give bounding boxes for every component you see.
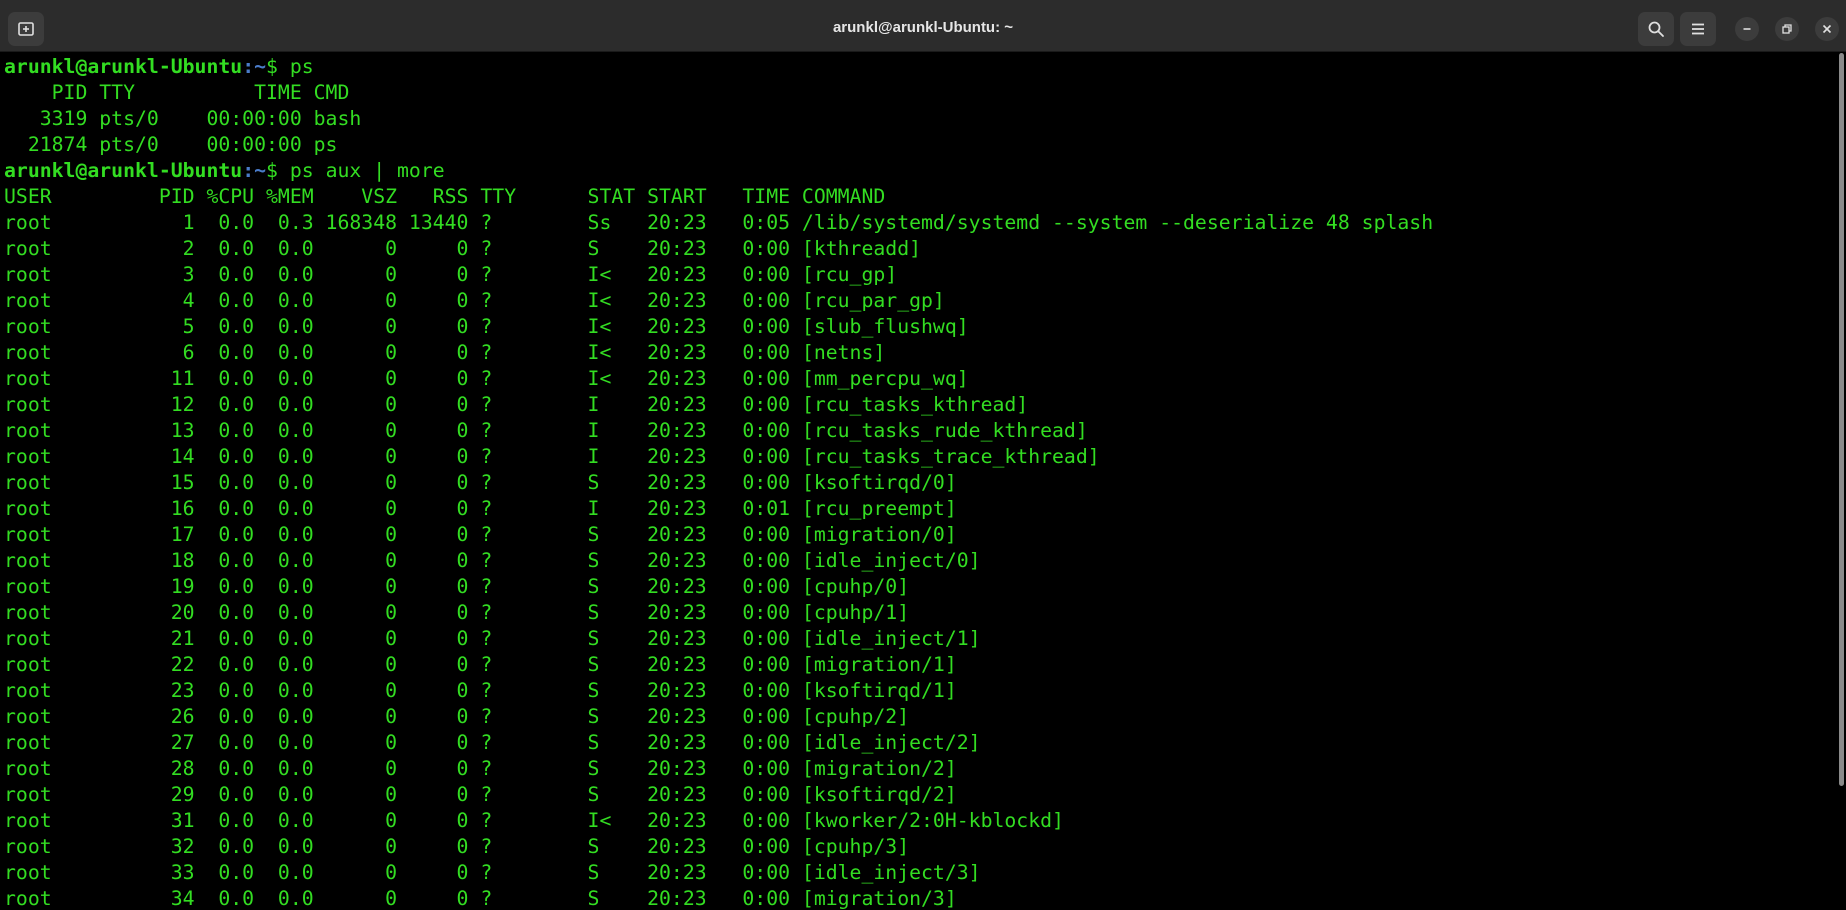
process-row: root 3 0.0 0.0 0 0 ? I< 20:23 0:00 [rcu_… xyxy=(4,263,898,286)
command-text: ps aux | more xyxy=(289,159,445,182)
prompt-user-host: arunkl@arunkl-Ubuntu xyxy=(4,159,243,182)
terminal-output[interactable]: arunkl@arunkl-Ubuntu:~$ ps PID TTY TIME … xyxy=(0,53,1836,910)
terminal-scrollbar[interactable] xyxy=(1839,53,1844,786)
prompt-symbol: $ xyxy=(266,55,290,78)
title-bar[interactable]: arunkl@arunkl-Ubuntu: ~ xyxy=(0,0,1846,52)
process-row: root 19 0.0 0.0 0 0 ? S 20:23 0:00 [cpuh… xyxy=(4,575,910,598)
minimize-icon xyxy=(1743,28,1751,30)
maximize-button[interactable] xyxy=(1775,17,1799,41)
process-row: root 6 0.0 0.0 0 0 ? I< 20:23 0:00 [netn… xyxy=(4,341,886,364)
process-row: root 14 0.0 0.0 0 0 ? I 20:23 0:00 [rcu_… xyxy=(4,445,1100,468)
window-title: arunkl@arunkl-Ubuntu: ~ xyxy=(832,19,1014,36)
close-icon xyxy=(1822,24,1832,34)
search-button[interactable] xyxy=(1638,12,1674,46)
process-row: root 15 0.0 0.0 0 0 ? S 20:23 0:00 [ksof… xyxy=(4,471,957,494)
terminal-window: arunkl@arunkl-Ubuntu: ~ arunkl@arunkl-Ub… xyxy=(0,0,1846,910)
restore-icon xyxy=(1782,24,1792,34)
output-line: 21874 pts/0 00:00:00 ps xyxy=(4,133,338,156)
output-line: 3319 pts/0 00:00:00 bash xyxy=(4,107,362,130)
process-row: root 4 0.0 0.0 0 0 ? I< 20:23 0:00 [rcu_… xyxy=(4,289,945,312)
process-row: root 34 0.0 0.0 0 0 ? S 20:23 0:00 [migr… xyxy=(4,887,957,910)
prompt-user-host: arunkl@arunkl-Ubuntu xyxy=(4,55,243,78)
menu-button[interactable] xyxy=(1680,12,1716,46)
process-row: root 12 0.0 0.0 0 0 ? I 20:23 0:00 [rcu_… xyxy=(4,393,1029,416)
prompt-path: :~ xyxy=(242,159,267,182)
new-tab-button[interactable] xyxy=(8,12,44,46)
process-row: root 20 0.0 0.0 0 0 ? S 20:23 0:00 [cpuh… xyxy=(4,601,910,624)
prompt-line: arunkl@arunkl-Ubuntu:~$ ps aux | more xyxy=(4,158,445,184)
process-row: root 31 0.0 0.0 0 0 ? I< 20:23 0:00 [kwo… xyxy=(4,809,1064,832)
process-row: root 26 0.0 0.0 0 0 ? S 20:23 0:00 [cpuh… xyxy=(4,705,910,728)
process-table-header: USER PID %CPU %MEM VSZ RSS TTY STAT STAR… xyxy=(4,185,886,208)
process-row: root 17 0.0 0.0 0 0 ? S 20:23 0:00 [migr… xyxy=(4,523,957,546)
close-button[interactable] xyxy=(1815,17,1839,41)
process-row: root 29 0.0 0.0 0 0 ? S 20:23 0:00 [ksof… xyxy=(4,783,957,806)
process-row: root 28 0.0 0.0 0 0 ? S 20:23 0:00 [migr… xyxy=(4,757,957,780)
command-text: ps xyxy=(289,55,314,78)
process-row: root 13 0.0 0.0 0 0 ? I 20:23 0:00 [rcu_… xyxy=(4,419,1088,442)
search-icon xyxy=(1648,21,1664,37)
process-row: root 21 0.0 0.0 0 0 ? S 20:23 0:00 [idle… xyxy=(4,627,981,650)
process-row: root 2 0.0 0.0 0 0 ? S 20:23 0:00 [kthre… xyxy=(4,237,922,260)
new-tab-icon xyxy=(18,22,34,36)
process-row: root 33 0.0 0.0 0 0 ? S 20:23 0:00 [idle… xyxy=(4,861,981,884)
process-row: root 22 0.0 0.0 0 0 ? S 20:23 0:00 [migr… xyxy=(4,653,957,676)
process-row: root 16 0.0 0.0 0 0 ? I 20:23 0:01 [rcu_… xyxy=(4,497,957,520)
hamburger-menu-icon xyxy=(1692,23,1704,35)
process-row: root 18 0.0 0.0 0 0 ? S 20:23 0:00 [idle… xyxy=(4,549,981,572)
prompt-symbol: $ xyxy=(266,159,290,182)
process-row: root 23 0.0 0.0 0 0 ? S 20:23 0:00 [ksof… xyxy=(4,679,957,702)
output-line: PID TTY TIME CMD xyxy=(4,81,350,104)
prompt-path: :~ xyxy=(242,55,267,78)
process-row: root 1 0.0 0.3 168348 13440 ? Ss 20:23 0… xyxy=(4,211,1434,234)
process-row: root 32 0.0 0.0 0 0 ? S 20:23 0:00 [cpuh… xyxy=(4,835,910,858)
process-row: root 27 0.0 0.0 0 0 ? S 20:23 0:00 [idle… xyxy=(4,731,981,754)
minimize-button[interactable] xyxy=(1735,17,1759,41)
process-row: root 11 0.0 0.0 0 0 ? I< 20:23 0:00 [mm_… xyxy=(4,367,969,390)
process-row: root 5 0.0 0.0 0 0 ? I< 20:23 0:00 [slub… xyxy=(4,315,969,338)
prompt-line: arunkl@arunkl-Ubuntu:~$ ps xyxy=(4,54,314,80)
